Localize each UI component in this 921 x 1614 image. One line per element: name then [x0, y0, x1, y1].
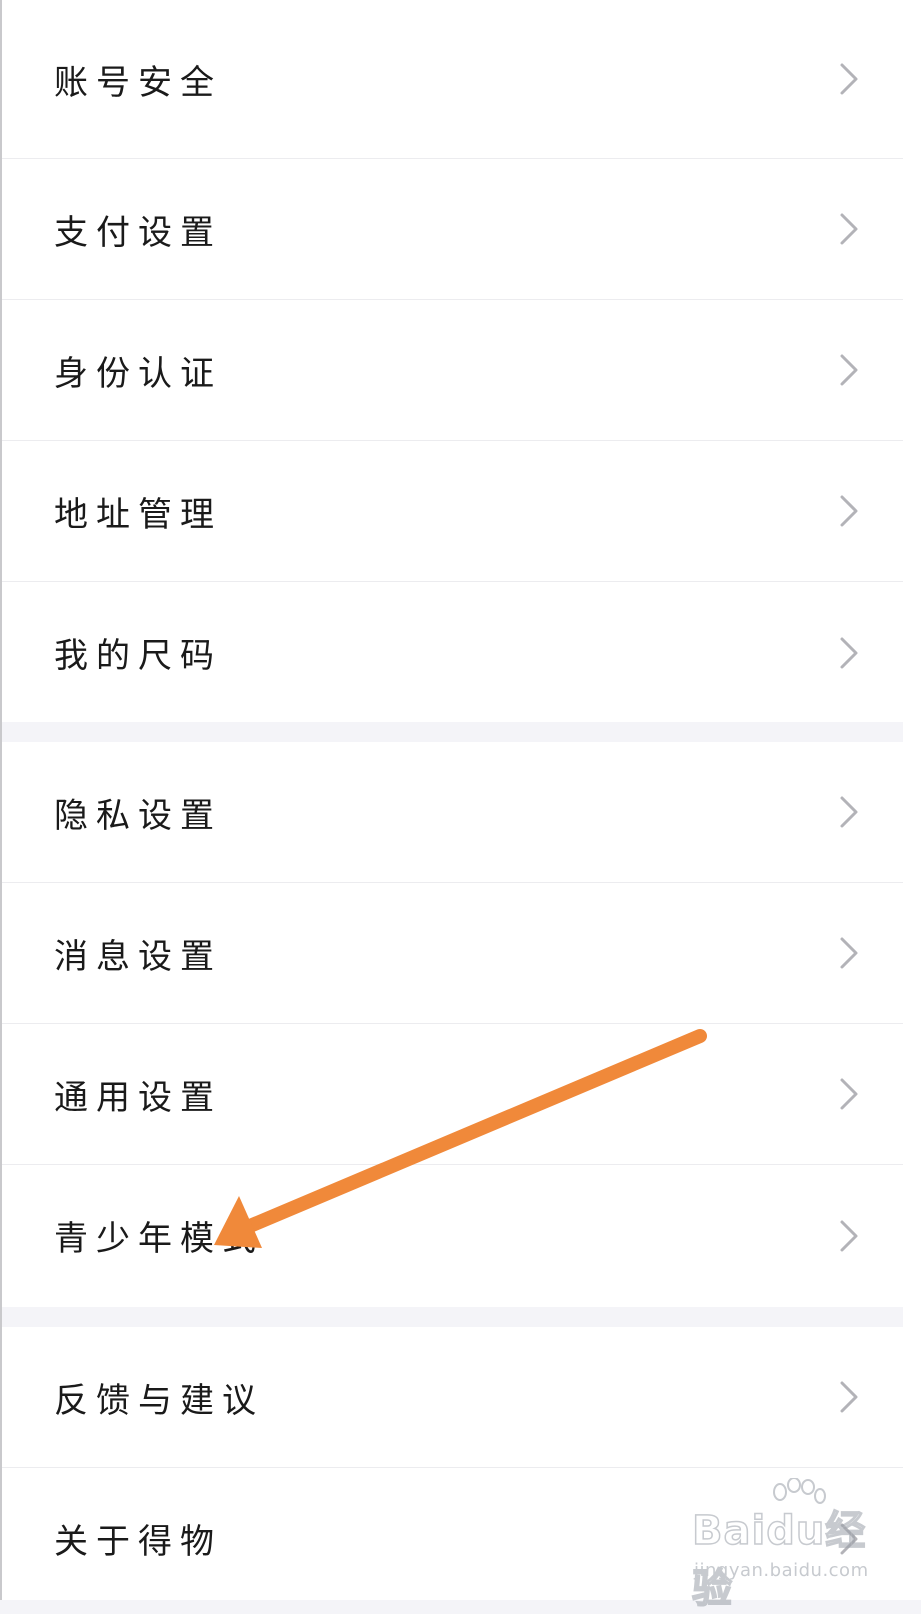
watermark-url: jingyan.baidu.com — [694, 1560, 869, 1581]
watermark-brand: Baidu经验 — [691, 1507, 867, 1613]
chevron-right-icon — [836, 933, 862, 973]
watermark-logo: Baidu经验 jingyan.baidu.com — [691, 1478, 892, 1613]
settings-item-account-security[interactable]: 账号安全 — [2, 0, 903, 159]
chevron-right-icon — [836, 209, 862, 249]
settings-item-label: 通用设置 — [54, 1077, 222, 1118]
settings-group-account: 账号安全 支付设置 身份认证 地址管理 我的尺码 — [2, 0, 903, 722]
settings-item-identity[interactable]: 身份认证 — [2, 300, 903, 441]
settings-item-label: 我的尺码 — [54, 636, 222, 676]
right-edge-margin — [903, 0, 921, 1600]
chevron-right-icon — [836, 792, 862, 832]
chevron-right-icon — [836, 633, 862, 673]
chevron-right-icon — [836, 1074, 862, 1114]
settings-item-label: 账号安全 — [54, 62, 222, 103]
settings-item-label: 青少年模式 — [54, 1219, 264, 1259]
chevron-right-icon — [836, 350, 862, 390]
settings-group-preferences: 隐私设置 消息设置 通用设置 青少年模式 — [2, 742, 903, 1307]
settings-item-payment[interactable]: 支付设置 — [2, 159, 903, 300]
chevron-right-icon — [836, 59, 862, 99]
chevron-right-icon — [836, 1377, 862, 1417]
settings-item-teen-mode[interactable]: 青少年模式 — [2, 1165, 903, 1306]
settings-item-notifications[interactable]: 消息设置 — [2, 883, 903, 1024]
settings-item-label: 身份认证 — [54, 353, 222, 394]
settings-page: 账号安全 支付设置 身份认证 地址管理 我的尺码 隐私设置 消息设置 通用设置 … — [0, 0, 921, 1613]
settings-item-address[interactable]: 地址管理 — [2, 441, 903, 582]
settings-item-label: 隐私设置 — [54, 795, 222, 836]
settings-item-general[interactable]: 通用设置 — [2, 1024, 903, 1165]
settings-item-label: 支付设置 — [54, 212, 222, 253]
settings-item-privacy[interactable]: 隐私设置 — [2, 742, 903, 883]
settings-item-size[interactable]: 我的尺码 — [2, 582, 903, 723]
chevron-right-icon — [836, 491, 862, 531]
settings-item-feedback[interactable]: 反馈与建议 — [2, 1327, 903, 1468]
settings-item-label: 地址管理 — [54, 494, 222, 535]
settings-item-label: 消息设置 — [54, 936, 222, 977]
settings-item-label: 关于得物 — [54, 1522, 222, 1562]
settings-item-label: 反馈与建议 — [54, 1380, 264, 1421]
chevron-right-icon — [836, 1216, 862, 1256]
